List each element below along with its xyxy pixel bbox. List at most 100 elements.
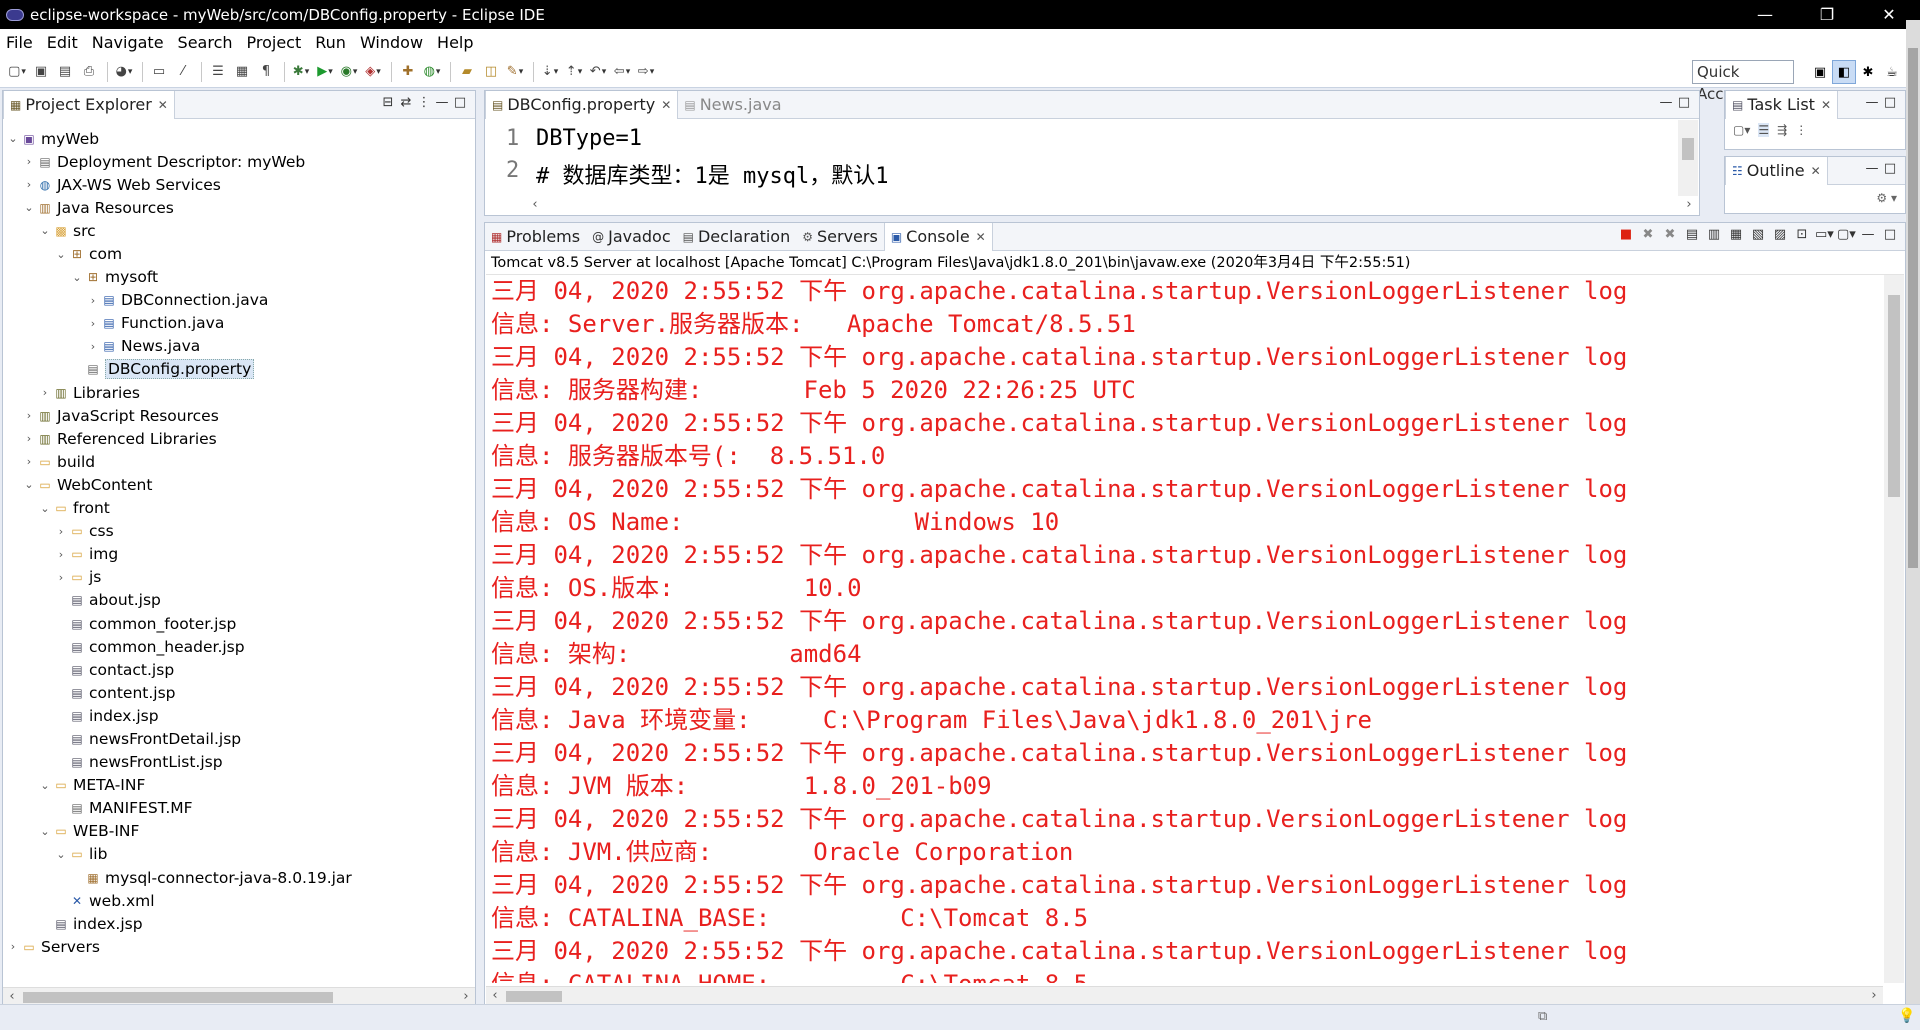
tree-item[interactable]: ▤ newsFrontList.jsp bbox=[7, 751, 352, 774]
tree-item[interactable]: › ▤ DBConnection.java bbox=[7, 289, 352, 312]
new-java-project-icon[interactable]: ✚ bbox=[397, 62, 419, 82]
tab-console[interactable]: ▣ Console ✕ bbox=[883, 222, 993, 251]
new-icon[interactable]: ▢ bbox=[6, 62, 28, 82]
tree-item[interactable]: › ▭ css bbox=[7, 520, 352, 543]
close-icon[interactable]: ✕ bbox=[158, 98, 168, 112]
coverage-icon[interactable]: ◉ bbox=[338, 62, 360, 82]
scroll-right-icon[interactable]: › bbox=[1680, 196, 1698, 214]
expand-toggle-icon[interactable]: › bbox=[55, 571, 67, 584]
scroll-left-icon[interactable]: ‹ bbox=[486, 987, 504, 1005]
tree-item[interactable]: ⌄ ▥ Java Resources bbox=[7, 196, 352, 219]
expand-toggle-icon[interactable]: › bbox=[23, 178, 35, 191]
tree-item[interactable]: ⌄ ▭ lib bbox=[7, 843, 352, 866]
menu-navigate[interactable]: Navigate bbox=[92, 33, 164, 52]
tree-item[interactable]: ▤ common_footer.jsp bbox=[7, 612, 352, 635]
java-perspective-icon[interactable]: ☕ bbox=[1880, 60, 1904, 84]
code-line[interactable]: DBType=1 bbox=[536, 126, 642, 151]
java-ee-perspective-icon[interactable]: ◧ bbox=[1832, 60, 1856, 84]
expand-toggle-icon[interactable]: ⌄ bbox=[7, 132, 19, 145]
word-wrap-icon[interactable]: ▦ bbox=[1727, 227, 1745, 242]
maximize-icon[interactable]: □ bbox=[451, 95, 469, 110]
scroll-thumb[interactable] bbox=[23, 992, 333, 1003]
tree-item[interactable]: › ▤ Deployment Descriptor: myWeb bbox=[7, 150, 352, 173]
expand-toggle-icon[interactable]: › bbox=[87, 294, 99, 307]
tab-outline[interactable]: ☷ Outline ✕ bbox=[1725, 156, 1828, 185]
expand-toggle-icon[interactable]: ⌄ bbox=[39, 825, 51, 838]
minimize-icon[interactable]: — bbox=[433, 95, 451, 110]
tree-item[interactable]: › ▥ JavaScript Resources bbox=[7, 404, 352, 427]
tree-item[interactable]: ▤ index.jsp bbox=[7, 912, 352, 935]
tree-item[interactable]: ⌄ ⊞ com bbox=[7, 242, 352, 265]
debug-perspective-icon[interactable]: ✱ bbox=[1856, 60, 1880, 84]
menu-project[interactable]: Project bbox=[247, 33, 302, 52]
save-icon[interactable]: ▣ bbox=[30, 62, 52, 82]
horizontal-scrollbar[interactable]: ‹ › bbox=[526, 196, 1698, 214]
console-output[interactable]: 三月 04, 2020 2:55:52 下午 org.apache.catali… bbox=[486, 275, 1883, 983]
print-icon[interactable]: ⎙ bbox=[78, 62, 100, 82]
view-menu-icon[interactable]: ⋮ bbox=[415, 95, 433, 110]
scroll-thumb[interactable] bbox=[1682, 138, 1694, 160]
menu-run[interactable]: Run bbox=[315, 33, 346, 52]
tree-item[interactable]: ▤ contact.jsp bbox=[7, 658, 352, 681]
tree-item[interactable]: › ▤ News.java bbox=[7, 335, 352, 358]
debug-icon[interactable]: ✱ bbox=[290, 62, 312, 82]
minimize-icon[interactable]: — bbox=[1859, 227, 1877, 242]
tab-task-list[interactable]: ▤ Task List ✕ bbox=[1725, 90, 1838, 119]
close-icon[interactable]: ✕ bbox=[1811, 164, 1821, 178]
tree-item[interactable]: › ▤ Function.java bbox=[7, 312, 352, 335]
horizontal-scrollbar[interactable]: ‹ › bbox=[486, 986, 1883, 1004]
expand-toggle-icon[interactable]: ⌄ bbox=[23, 201, 35, 214]
expand-toggle-icon[interactable]: › bbox=[23, 455, 35, 468]
expand-toggle-icon[interactable]: ⌄ bbox=[39, 502, 51, 515]
next-annotation-icon[interactable]: ⇣ bbox=[539, 62, 561, 82]
terminal-icon[interactable]: ▭ bbox=[148, 62, 170, 82]
save-all-icon[interactable]: ▤ bbox=[54, 62, 76, 82]
maximize-icon[interactable]: □ bbox=[1881, 227, 1899, 242]
toggle-breadcrumb-icon[interactable]: ☰ bbox=[207, 62, 229, 82]
categorize-icon[interactable]: ☰ bbox=[1758, 123, 1770, 137]
menu-help[interactable]: Help bbox=[437, 33, 473, 52]
tree-item[interactable]: ▤ newsFrontDetail.jsp bbox=[7, 727, 352, 750]
tree-item[interactable]: ▤ MANIFEST.MF bbox=[7, 797, 352, 820]
collapse-all-icon[interactable]: ⊟ bbox=[379, 95, 397, 110]
display-console-icon[interactable]: ▭▾ bbox=[1815, 227, 1834, 242]
expand-toggle-icon[interactable]: › bbox=[23, 409, 35, 422]
vertical-scrollbar[interactable] bbox=[1884, 275, 1904, 983]
tree-item[interactable]: › ◍ JAX-WS Web Services bbox=[7, 173, 352, 196]
vertical-scrollbar[interactable] bbox=[1678, 120, 1698, 196]
show-stderr-icon[interactable]: ▨ bbox=[1771, 227, 1789, 242]
link-with-editor-icon[interactable]: ⇄ bbox=[397, 95, 415, 110]
tab-problems[interactable]: ▦ Problems bbox=[485, 223, 586, 251]
profile-icon[interactable]: ◕ bbox=[113, 62, 135, 82]
prev-annotation-icon[interactable]: ⇡ bbox=[563, 62, 585, 82]
expand-toggle-icon[interactable]: › bbox=[23, 432, 35, 445]
menu-edit[interactable]: Edit bbox=[47, 33, 78, 52]
tree-item[interactable]: › ▥ Referenced Libraries bbox=[7, 427, 352, 450]
pin-icon[interactable]: ⁄ bbox=[172, 62, 194, 82]
tab-project-explorer[interactable]: ▦ Project Explorer ✕ bbox=[3, 90, 175, 119]
clear-console-icon[interactable]: ▤ bbox=[1683, 227, 1701, 242]
minimize-button[interactable]: — bbox=[1734, 0, 1796, 29]
tree-item[interactable]: ▤ content.jsp bbox=[7, 681, 352, 704]
maximize-icon[interactable]: □ bbox=[1881, 95, 1899, 110]
maximize-icon[interactable]: □ bbox=[1675, 95, 1693, 110]
tree-item[interactable]: ▤ DBConfig.property bbox=[7, 358, 352, 381]
maximize-icon[interactable]: □ bbox=[1881, 161, 1899, 176]
tree-item[interactable]: ⌄ ⊞ mysoft bbox=[7, 266, 352, 289]
remove-launch-icon[interactable]: ✖ bbox=[1639, 227, 1657, 242]
minimize-icon[interactable]: — bbox=[1863, 161, 1881, 176]
scroll-right-icon[interactable]: › bbox=[1865, 987, 1883, 1005]
tree-item[interactable]: › ▭ img bbox=[7, 543, 352, 566]
quick-access-field[interactable]: Quick Access bbox=[1692, 60, 1794, 103]
terminate-icon[interactable]: ■ bbox=[1617, 227, 1635, 242]
code-line[interactable]: # 数据库类型：1是 mysql，默认1 bbox=[536, 158, 888, 190]
expand-toggle-icon[interactable]: ⌄ bbox=[71, 271, 83, 284]
expand-toggle-icon[interactable]: › bbox=[23, 155, 35, 168]
forward-icon[interactable]: ⇨ bbox=[635, 62, 657, 82]
external-tools-icon[interactable]: ◈ bbox=[362, 62, 384, 82]
tree-item[interactable]: ▦ mysql-connector-java-8.0.19.jar bbox=[7, 866, 351, 889]
new-class-icon[interactable]: ◍ bbox=[421, 62, 443, 82]
focus-icon[interactable]: ⇶ bbox=[1777, 123, 1787, 137]
tip-icon[interactable]: 💡 bbox=[1898, 1008, 1915, 1024]
minimize-icon[interactable]: — bbox=[1657, 95, 1675, 110]
